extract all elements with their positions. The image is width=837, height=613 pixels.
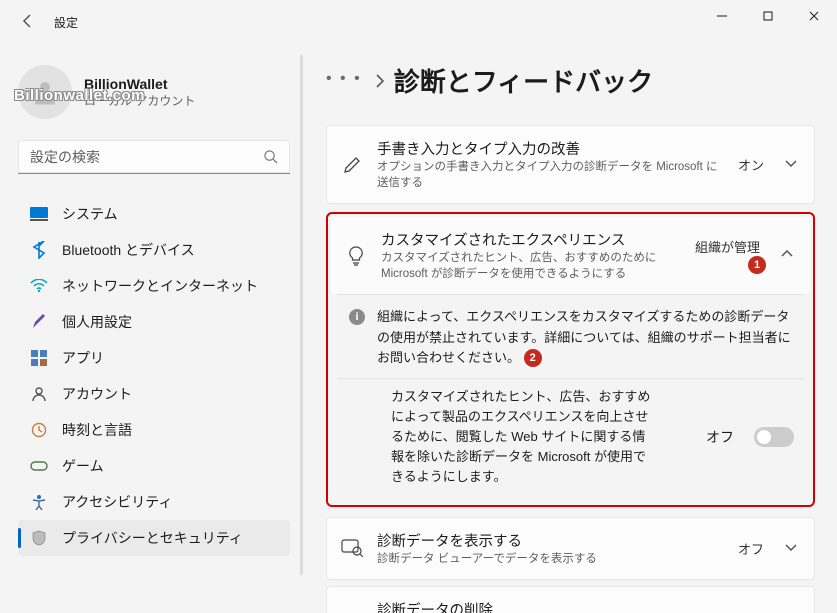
nav-label: プライバシーとセキュリティ [62,528,243,548]
info-icon: i [349,309,365,325]
nav-label: Bluetooth とデバイス [62,240,195,260]
apps-icon [30,349,48,367]
bluetooth-icon [30,241,48,259]
sidebar-scrollbar[interactable] [300,55,303,575]
search-field[interactable] [30,149,263,165]
tailored-detail-row: カスタマイズされたヒント、広告、おすすめによって製品のエクスペリエンスを向上させ… [331,379,810,502]
sidebar-item-accessibility[interactable]: アクセシビリティ [18,484,290,520]
sidebar-item-time[interactable]: 時刻と言語 [18,412,290,448]
sidebar-item-network[interactable]: ネットワークとインターネット [18,268,290,304]
chevron-down-icon [784,540,798,557]
panel-title: 診断データの削除 [377,599,770,613]
panel-title: 診断データを表示する [377,530,724,551]
panel-tailored[interactable]: カスタマイズされたエクスペリエンス カスタマイズされたヒント、広告、おすすめのた… [331,217,810,294]
accessibility-icon [30,493,48,511]
nav-label: システム [62,204,118,224]
org-info-row: i 組織によって、エクスペリエンスをカスタマイズするための診断データの使用が禁止… [331,295,810,377]
breadcrumb-more[interactable]: • • • [326,70,362,92]
annotation-badge-1: 1 [748,256,766,274]
window-title: 設定 [54,14,78,31]
sidebar-item-bluetooth[interactable]: Bluetooth とデバイス [18,232,290,268]
sidebar: Billionwallet.com BillionWallet ローカル アカウ… [0,44,300,613]
nav-label: アプリ [62,348,104,368]
panel-title: カスタマイズされたエクスペリエンス [381,229,681,250]
close-button[interactable] [791,0,837,32]
sidebar-item-apps[interactable]: アプリ [18,340,290,376]
person-icon [30,385,48,403]
panel-status: オン [738,155,764,174]
nav-label: アカウント [62,384,132,404]
sidebar-item-privacy[interactable]: プライバシーとセキュリティ [18,520,290,556]
back-button[interactable] [20,13,38,32]
search-input[interactable] [18,140,290,174]
pencil-icon [341,155,363,175]
sidebar-item-personalization[interactable]: 個人用設定 [18,304,290,340]
panel-tailored-group: カスタマイズされたエクスペリエンス カスタマイズされたヒント、広告、おすすめのた… [326,212,815,506]
chevron-down-icon [784,156,798,173]
nav-label: 時刻と言語 [62,420,132,440]
panel-status: 組織が管理 [695,237,760,256]
page-title: 診断とフィードバック [394,62,653,99]
account-block[interactable]: Billionwallet.com BillionWallet ローカル アカウ… [18,62,290,122]
breadcrumb: • • • 診断とフィードバック [326,62,815,99]
sidebar-item-gaming[interactable]: ゲーム [18,448,290,484]
nav-label: アクセシビリティ [62,492,172,512]
panel-delete-data[interactable]: 診断データの削除 Microsoft によって収集された、このデバイスに関する診… [326,586,815,613]
minimize-button[interactable] [699,0,745,32]
maximize-button[interactable] [745,0,791,32]
nav-label: ゲーム [62,456,104,476]
panel-desc: カスタマイズされたヒント、広告、おすすめのために Microsoft が診断デー… [381,250,681,282]
wifi-icon [30,277,48,295]
annotation-badge-2: 2 [524,349,542,367]
watermark: Billionwallet.com [14,87,145,104]
panel-desc: 診断データ ビューアーでデータを表示する [377,551,724,567]
lightbulb-icon [345,245,367,267]
org-info-text: 組織によって、エクスペリエンスをカスタマイズするための診断データの使用が禁止され… [377,309,791,364]
brush-icon [30,313,48,331]
nav: システム Bluetooth とデバイス ネットワークとインターネット 個人用設… [18,196,290,613]
chevron-up-icon [780,247,794,264]
nav-label: 個人用設定 [62,312,132,332]
chevron-right-icon [374,73,386,89]
panel-inking[interactable]: 手書き入力とタイプ入力の改善 オプションの手書き入力とタイプ入力の診断データを … [326,125,815,204]
main-content: • • • 診断とフィードバック 手書き入力とタイプ入力の改善 オプションの手書… [300,44,837,613]
tailored-detail-text: カスタマイズされたヒント、広告、おすすめによって製品のエクスペリエンスを向上させ… [391,387,651,488]
tailored-toggle[interactable] [754,427,794,447]
toggle-label: オフ [706,427,734,447]
system-icon [30,205,48,223]
data-view-icon [341,539,363,557]
sidebar-item-accounts[interactable]: アカウント [18,376,290,412]
panel-desc: オプションの手書き入力とタイプ入力の診断データを Microsoft に送信する [377,159,724,191]
sidebar-item-system[interactable]: システム [18,196,290,232]
panel-status: オフ [738,539,764,558]
panel-view-data[interactable]: 診断データを表示する 診断データ ビューアーでデータを表示する オフ [326,517,815,580]
gaming-icon [30,457,48,475]
clock-icon [30,421,48,439]
nav-label: ネットワークとインターネット [62,276,258,296]
shield-icon [30,529,48,547]
search-icon [263,149,278,164]
panel-title: 手書き入力とタイプ入力の改善 [377,138,724,159]
